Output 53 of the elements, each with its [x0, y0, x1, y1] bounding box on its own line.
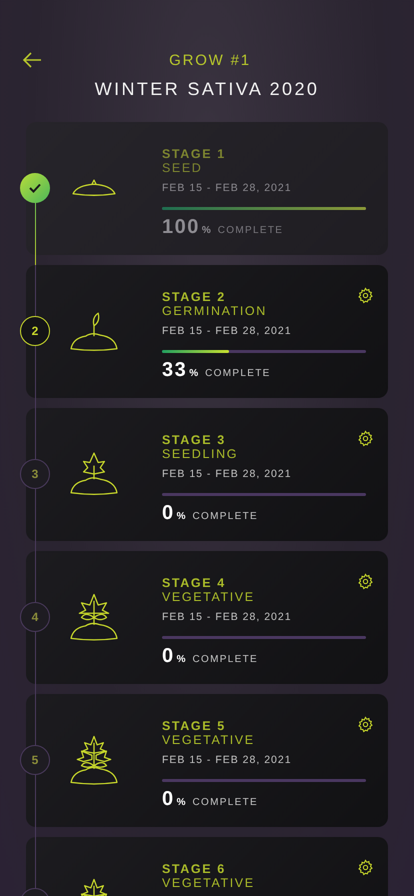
stage-label: STAGE 1 — [162, 147, 227, 161]
percent-sign: % — [202, 225, 211, 236]
back-arrow-icon — [22, 52, 42, 68]
percent-value: 33 — [162, 359, 188, 382]
complete-label: COMPLETE — [192, 654, 258, 665]
percent-value: 100 — [162, 216, 200, 239]
step-indicator: 2 — [20, 316, 50, 346]
date-range: FEB 15 - FEB 28, 2021 — [162, 611, 293, 623]
stage-label: STAGE 3 — [162, 433, 227, 447]
settings-icon[interactable] — [357, 716, 374, 733]
plant-icon — [70, 734, 118, 786]
settings-icon[interactable] — [357, 287, 374, 304]
stage-card[interactable]: STAGE 1 SEED FEB 15 - FEB 28, 2021 100% COMPLETE — [26, 122, 388, 255]
stage-name: SEED — [162, 161, 204, 176]
date-range: FEB 15 - FEB 28, 2021 — [162, 182, 293, 194]
date-range: FEB 15 - FEB 28, 2021 — [162, 325, 293, 337]
complete-label: COMPLETE — [218, 225, 284, 236]
percent-value: 0 — [162, 788, 175, 811]
percent-sign: % — [176, 654, 186, 665]
settings-icon[interactable] — [357, 859, 374, 876]
stage-card[interactable]: STAGE 6 VEGETATIVE — [26, 837, 388, 896]
percent-value: 0 — [162, 502, 175, 525]
seed-icon — [72, 179, 116, 198]
complete-label: COMPLETE — [205, 368, 271, 379]
stage-name: VEGETATIVE — [162, 590, 256, 605]
grow-title: GROW #1 — [169, 52, 251, 68]
percent-sign: % — [176, 511, 186, 522]
complete-label: COMPLETE — [192, 511, 258, 522]
stage-name: GERMINATION — [162, 304, 268, 319]
stage-label: STAGE 4 — [162, 576, 227, 590]
sprout-icon — [70, 310, 118, 352]
settings-icon[interactable] — [357, 430, 374, 447]
percent-sign: % — [189, 368, 198, 379]
plant-icon — [70, 592, 118, 644]
date-range: FEB 15 - FEB 28, 2021 — [162, 468, 293, 480]
back-button[interactable] — [20, 50, 44, 70]
stage-label: STAGE 5 — [162, 719, 227, 733]
seedling-icon — [70, 452, 118, 497]
stage-label: STAGE 2 — [162, 290, 227, 304]
stage-name: VEGETATIVE — [162, 733, 256, 748]
date-range: FEB 15 - FEB 28, 2021 — [162, 754, 293, 766]
step-indicator: 5 — [20, 745, 50, 775]
percent-value: 0 — [162, 645, 175, 668]
stage-name: SEEDLING — [162, 447, 240, 462]
stage-name: VEGETATIVE — [162, 876, 255, 891]
percent-sign: % — [176, 797, 186, 808]
check-icon — [29, 183, 41, 193]
step-indicator: 3 — [20, 459, 50, 489]
step-indicator: 4 — [20, 602, 50, 632]
settings-icon[interactable] — [357, 573, 374, 590]
stage-label: STAGE 6 — [162, 862, 227, 876]
grow-name: WINTER SATIVA 2020 — [94, 79, 320, 100]
complete-label: COMPLETE — [192, 797, 258, 808]
